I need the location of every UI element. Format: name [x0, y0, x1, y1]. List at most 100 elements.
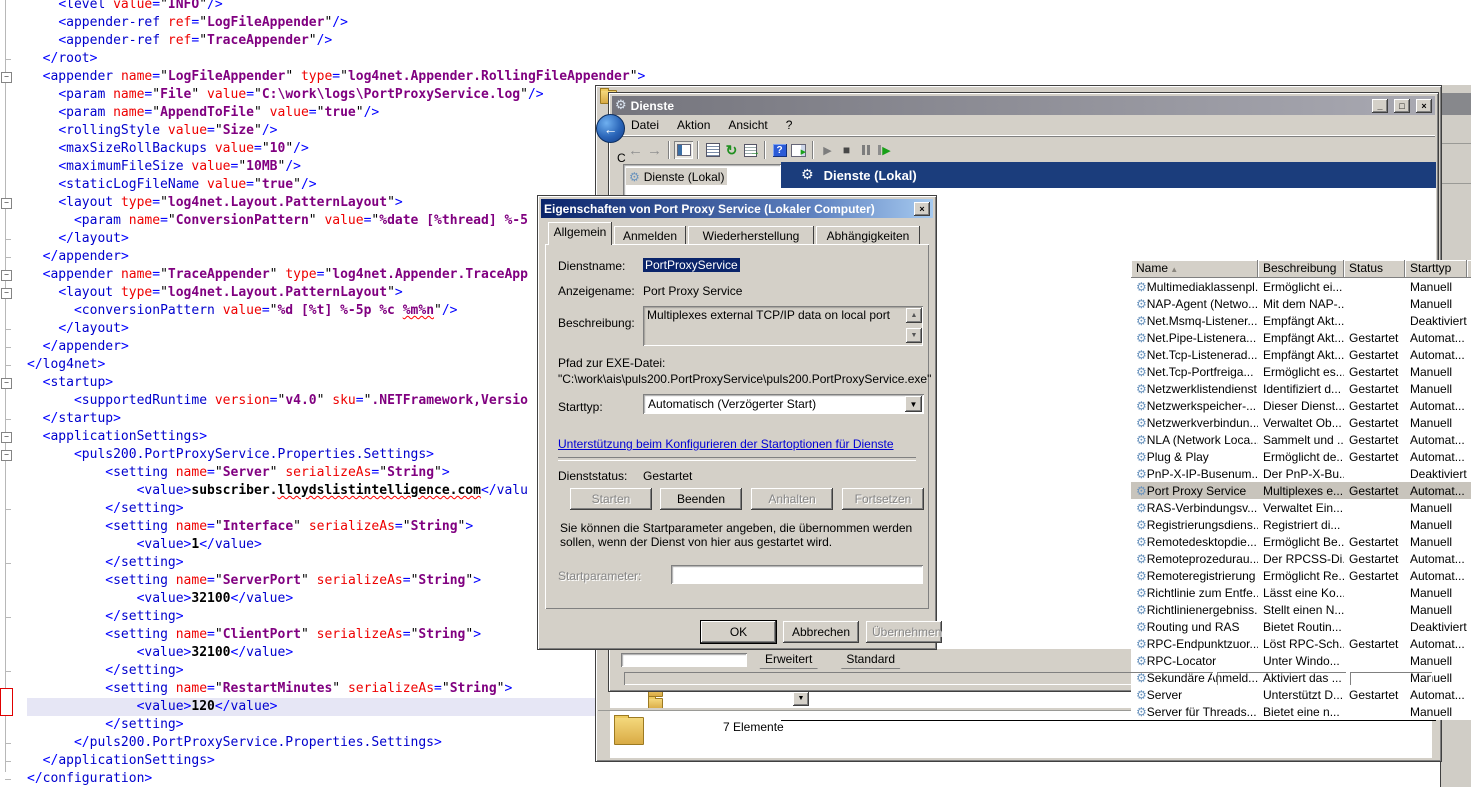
tree-item-dienste-lokal[interactable]: ⚙ Dienste (Lokal)	[626, 168, 727, 185]
refresh-icon[interactable]: ↻	[722, 141, 741, 159]
service-gear-icon: ⚙	[1136, 603, 1147, 617]
table-row[interactable]: ⚙Registrierungsdiens...Registriert di...…	[1131, 516, 1471, 533]
services-table[interactable]: Name ▲BeschreibungStatusStarttypAnmelden…	[1131, 260, 1471, 720]
display-name-label: Anzeigename:	[558, 284, 635, 298]
description-box[interactable]: Multiplexes external TCP/IP data on loca…	[643, 306, 923, 346]
apply-button[interactable]: Übernehmen	[866, 621, 942, 643]
fold-collapse-icon[interactable]: −	[1, 432, 12, 443]
forward-icon[interactable]: →	[645, 141, 664, 159]
service-logon-as: Netzwerkdienst	[1467, 433, 1471, 447]
view-tab-standard[interactable]: Standard	[830, 651, 911, 669]
fold-collapse-icon[interactable]: −	[1, 288, 12, 299]
table-row[interactable]: ⚙RPC-LocatorUnter Windo...ManuellNetzwer…	[1131, 652, 1471, 669]
tab-allgemein[interactable]: Allgemein	[548, 222, 612, 245]
help-icon[interactable]: ?	[770, 141, 789, 159]
table-row[interactable]: ⚙Plug & PlayErmöglicht de...GestartetAut…	[1131, 448, 1471, 465]
startup-type-combobox[interactable]: Automatisch (Verzögerter Start) ▼	[643, 394, 924, 414]
explorer-back-button[interactable]: ←	[596, 114, 625, 143]
table-row[interactable]: ⚙PnP-X-IP-Busenum...Der PnP-X-Bu...Deakt…	[1131, 465, 1471, 482]
close-button[interactable]: ×	[1416, 99, 1432, 113]
back-icon[interactable]: ←	[626, 141, 645, 159]
table-row[interactable]: ⚙Netzwerkverbindun...Verwaltet Ob...Gest…	[1131, 414, 1471, 431]
table-row[interactable]: ⚙Richtlinie zum Entfe...Lässt eine Ko...…	[1131, 584, 1471, 601]
code-line: <conversionPattern value="%d [%t] %-5p %…	[27, 302, 458, 320]
dialog-titlebar[interactable]: Eigenschaften von Port Proxy Service (Lo…	[541, 199, 933, 218]
table-row[interactable]: ⚙Routing und RASBietet Routin...Deaktivi…	[1131, 618, 1471, 635]
action-pane-toggle-icon[interactable]: ▶	[789, 141, 808, 159]
export-list-icon[interactable]: →	[741, 141, 760, 159]
stop-service-icon[interactable]: ■	[837, 141, 856, 159]
services-titlebar[interactable]: ⚙ Dienste _ □ ×	[612, 96, 1435, 115]
menu-item-aktion[interactable]: Aktion	[668, 116, 719, 134]
dialog-close-icon[interactable]: ×	[914, 202, 930, 216]
service-gear-icon: ⚙	[1136, 365, 1147, 379]
service-name-value[interactable]: PortProxyService	[643, 258, 740, 272]
column-header-status[interactable]: Status	[1344, 260, 1405, 278]
fold-collapse-icon[interactable]: −	[1, 378, 12, 389]
starten-button[interactable]: Starten	[570, 488, 652, 510]
table-row[interactable]: ⚙ServerUnterstützt D...GestartetAutomat.…	[1131, 686, 1471, 703]
fold-collapse-icon[interactable]: −	[1, 450, 12, 461]
fold-collapse-icon[interactable]: −	[1, 72, 12, 83]
pause-service-icon[interactable]	[856, 141, 875, 159]
startup-options-help-link[interactable]: Unterstützung beim Konfigurieren der Sta…	[558, 437, 894, 451]
fold-collapse-icon[interactable]: −	[1, 270, 12, 281]
table-row[interactable]: ⚙NLA (Network Loca...Sammelt und ...Gest…	[1131, 431, 1471, 448]
tab-wiederherstellung[interactable]: Wiederherstellung	[688, 226, 814, 245]
description-scroll-down-icon[interactable]: ▼	[906, 328, 922, 343]
cancel-button[interactable]: Abbrechen	[783, 621, 859, 643]
combobox-dropdown-icon[interactable]: ▼	[905, 396, 922, 412]
service-gear-icon: ⚙	[1136, 705, 1147, 719]
table-row[interactable]: ⚙RAS-Verbindungsv...Verwaltet Ein...Manu…	[1131, 499, 1471, 516]
column-header-anmeldenals[interactable]: Anmelden als	[1467, 260, 1471, 278]
table-row[interactable]: ⚙Port Proxy ServiceMultiplexes e...Gesta…	[1131, 482, 1471, 499]
minimize-button[interactable]: _	[1372, 99, 1388, 113]
table-row[interactable]: ⚙Net.Tcp-Portfreiga...Ermöglicht es...Ge…	[1131, 363, 1471, 380]
code-fold-margin[interactable]: − − − − − − −	[0, 0, 16, 787]
menu-item-ansicht[interactable]: Ansicht	[719, 116, 776, 134]
service-starttype: Manuell	[1405, 365, 1467, 379]
table-row[interactable]: ⚙Remotedesktopdie...Ermöglicht Be...Gest…	[1131, 533, 1471, 550]
service-starttype: Manuell	[1405, 535, 1467, 549]
combo-dropdown-button[interactable]: ▼	[793, 692, 809, 706]
anhalten-button[interactable]: Anhalten	[751, 488, 833, 510]
column-header-name[interactable]: Name ▲	[1131, 260, 1258, 278]
code-line: </setting>	[27, 662, 184, 680]
table-row[interactable]: ⚙Remoteprozedurau...Der RPCSS-Di...Gesta…	[1131, 550, 1471, 567]
beenden-button[interactable]: Beenden	[660, 488, 742, 510]
tab-anmelden[interactable]: Anmelden	[614, 226, 686, 245]
fold-collapse-icon[interactable]: −	[1, 198, 12, 209]
column-header-beschreibung[interactable]: Beschreibung	[1258, 260, 1344, 278]
table-row[interactable]: ⚙Richtlinienergebniss...Stellt einen N..…	[1131, 601, 1471, 618]
maximize-button[interactable]: □	[1394, 99, 1410, 113]
console-tree-toggle-icon[interactable]	[674, 141, 693, 159]
menu-item-?[interactable]: ?	[777, 116, 802, 134]
restart-service-icon[interactable]: ▶	[875, 141, 894, 159]
view-tab-erweitert[interactable]: Erweitert	[749, 651, 828, 669]
table-row[interactable]: ⚙NAP-Agent (Netwo...Mit dem NAP-...Manue…	[1131, 295, 1471, 312]
service-starttype: Automat...	[1405, 569, 1467, 583]
properties-icon[interactable]	[703, 141, 722, 159]
table-row[interactable]: ⚙NetzwerklistendienstIdentifiziert d...G…	[1131, 380, 1471, 397]
table-row[interactable]: ⚙Net.Pipe-Listenera...Empfängt Akt...Ges…	[1131, 329, 1471, 346]
table-row[interactable]: ⚙RemoteregistrierungErmöglicht Re...Gest…	[1131, 567, 1471, 584]
table-row[interactable]: ⚙Net.Tcp-Listenerad...Empfängt Akt...Ges…	[1131, 346, 1471, 363]
table-row[interactable]: ⚙Net.Msmq-Listener...Empfängt Akt...Deak…	[1131, 312, 1471, 329]
table-row[interactable]: ⚙RPC-Endpunktzuor...Löst RPC-Sch...Gesta…	[1131, 635, 1471, 652]
table-row[interactable]: ⚙Server für Threads...Bietet eine n...Ma…	[1131, 703, 1471, 720]
table-row[interactable]: ⚙Multimediaklassenpl...Ermöglicht ei...M…	[1131, 278, 1471, 295]
column-header-starttyp[interactable]: Starttyp	[1405, 260, 1467, 278]
filter-input[interactable]	[621, 653, 747, 667]
start-service-icon[interactable]: ▶	[818, 141, 837, 159]
service-gear-icon: ⚙	[1136, 314, 1147, 328]
service-description: Registriert di...	[1258, 518, 1344, 532]
startparam-input[interactable]	[671, 565, 923, 584]
tab-abhngigkeiten[interactable]: Abhängigkeiten	[816, 226, 920, 245]
menu-item-datei[interactable]: Datei	[622, 116, 668, 134]
fortsetzen-button[interactable]: Fortsetzen	[842, 488, 924, 510]
service-status: Gestartet	[1344, 484, 1405, 498]
table-row[interactable]: ⚙Netzwerkspeicher-...Dieser Dienst...Ges…	[1131, 397, 1471, 414]
service-name: ⚙RPC-Locator	[1131, 654, 1258, 668]
description-scroll-up-icon[interactable]: ▲	[906, 308, 922, 323]
ok-button[interactable]: OK	[701, 621, 776, 643]
